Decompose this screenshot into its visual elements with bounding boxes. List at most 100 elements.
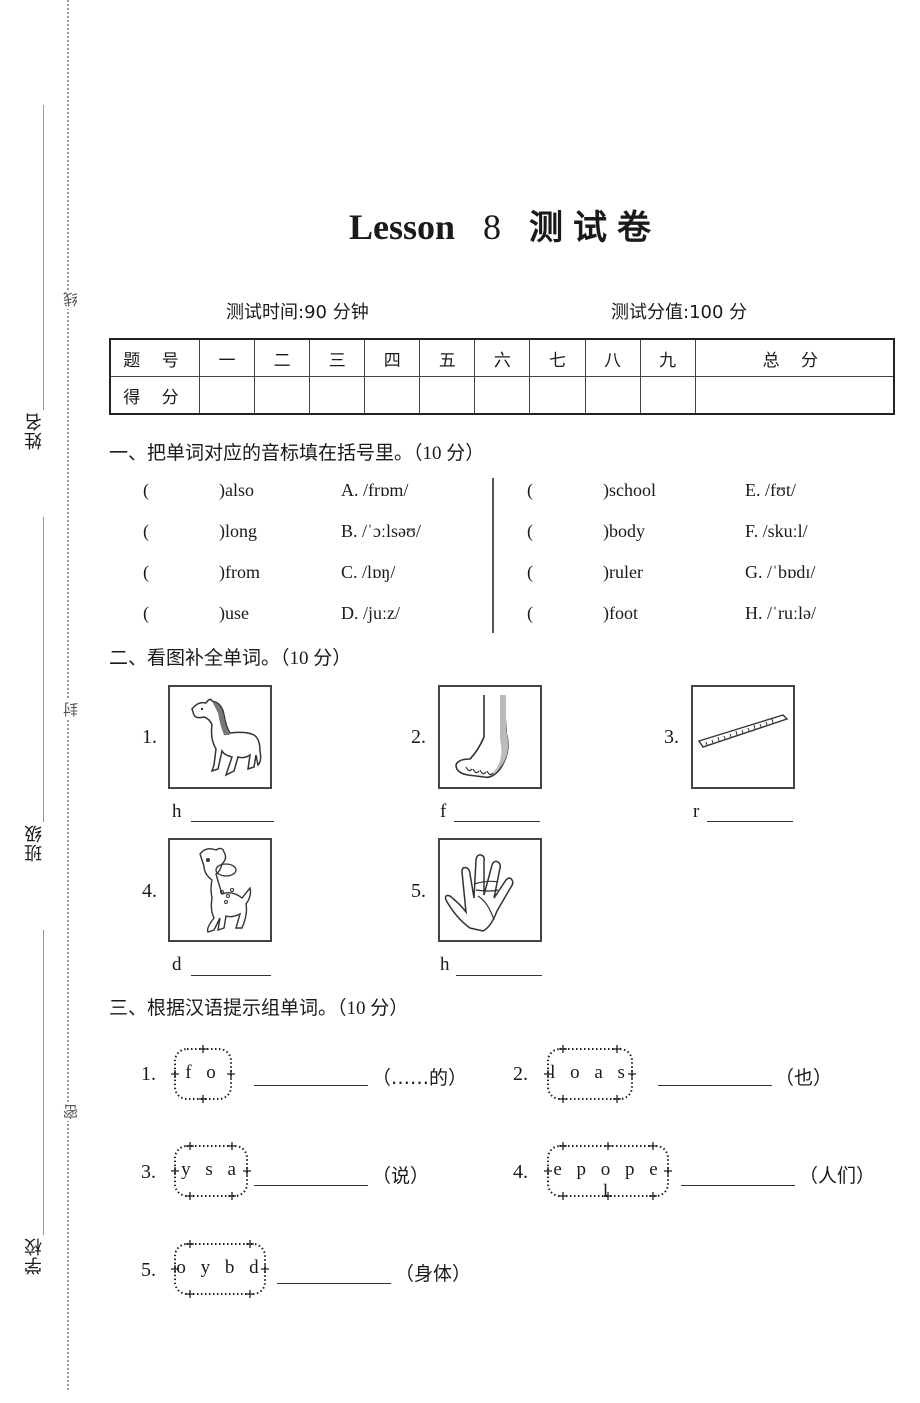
scrambled-letters-box: f o xyxy=(171,1045,235,1103)
chinese-hint: （……的） xyxy=(372,1067,468,1089)
answer-blank[interactable] xyxy=(254,1085,368,1086)
list-item: ()use xyxy=(143,603,249,623)
list-item: ()ruler xyxy=(527,562,643,582)
section1-title-text: 一、把单词对应的音标填在括号里。 xyxy=(109,442,414,464)
section2-title: 二、看图补全单词。（10 分） xyxy=(109,643,351,670)
item-number: 1. xyxy=(141,1063,156,1085)
list-item: ()body xyxy=(527,521,645,541)
title-chinese: 测试卷 xyxy=(529,208,662,248)
score-cell[interactable] xyxy=(419,376,476,415)
scrambled-letters-box: o y b d xyxy=(171,1240,269,1298)
column-header: 六 xyxy=(474,338,531,377)
first-letter: r xyxy=(693,801,700,822)
page-title: Lesson 8 测试卷 xyxy=(0,200,920,249)
score-cell[interactable] xyxy=(639,376,696,415)
first-letter: f xyxy=(440,801,447,822)
section2-points: （10 分） xyxy=(280,648,352,669)
scrambled-letters: l o a s xyxy=(550,1062,630,1083)
item-number: 4. xyxy=(142,880,157,902)
word: foot xyxy=(609,603,638,623)
answer-blank[interactable] xyxy=(456,975,542,976)
phonetic-option: A. /frɒm/ xyxy=(341,480,409,500)
score-cell[interactable] xyxy=(474,376,531,415)
seal-mark-line: 线 xyxy=(60,290,81,309)
item-number: 3. xyxy=(664,726,679,748)
name-fill-line[interactable] xyxy=(43,105,44,410)
ruler-icon xyxy=(697,714,789,748)
score-cell-total[interactable] xyxy=(694,376,895,415)
answer-blank[interactable] xyxy=(658,1085,772,1086)
answer-blank[interactable] xyxy=(191,821,274,822)
first-letter: h xyxy=(440,954,450,975)
list-item: ()long xyxy=(143,521,258,541)
answer-blank[interactable] xyxy=(191,975,271,976)
score-cell[interactable] xyxy=(254,376,311,415)
column-header: 二 xyxy=(254,338,311,377)
item-number: 3. xyxy=(141,1161,156,1183)
word: from xyxy=(225,562,260,582)
answer-blank[interactable] xyxy=(277,1283,391,1284)
column-header: 四 xyxy=(364,338,421,377)
chinese-hint: （说） xyxy=(372,1165,430,1187)
list-item: ()foot xyxy=(527,603,638,623)
scrambled-letters-box: l o a s xyxy=(544,1045,636,1103)
phonetic-option: H. /ˈruːlə/ xyxy=(745,603,816,623)
answer-blank[interactable] xyxy=(707,821,793,822)
column-header: 九 xyxy=(639,338,696,377)
phonetic-option: G. /ˈbɒdɪ/ xyxy=(745,562,816,582)
column-header: 一 xyxy=(198,338,256,377)
scrambled-letters-box: y s a xyxy=(171,1142,251,1200)
list-item: ()from xyxy=(143,562,260,582)
column-header: 三 xyxy=(309,338,366,377)
word: also xyxy=(225,480,254,500)
word: long xyxy=(225,521,258,541)
first-letter: d xyxy=(172,954,182,975)
chinese-hint: （也） xyxy=(775,1067,833,1089)
section2-title-text: 二、看图补全单词。 xyxy=(109,647,281,669)
list-item: ()also xyxy=(143,480,254,500)
scrambled-letters-box: e p o p e l xyxy=(544,1142,672,1202)
scrambled-letters: e p o p e l xyxy=(553,1159,663,1202)
column-header: 七 xyxy=(529,338,586,377)
seal-mark-seal: 封 xyxy=(60,700,81,719)
score-table-score-row: 得 分 xyxy=(109,376,895,415)
school-fill-line[interactable] xyxy=(43,930,44,1235)
horse-picture xyxy=(168,685,272,789)
column-divider xyxy=(492,478,494,633)
score-cell[interactable] xyxy=(584,376,641,415)
answer-blank[interactable] xyxy=(454,821,540,822)
section3-title-text: 三、根据汉语提示组单词。 xyxy=(109,997,338,1019)
section3-points: （10 分） xyxy=(337,998,409,1019)
title-english: Lesson xyxy=(348,207,456,247)
answer-blank[interactable] xyxy=(681,1185,795,1186)
question-number-label: 题 号 xyxy=(109,338,200,377)
test-score: 测试分值:100 分 xyxy=(611,302,748,323)
chinese-hint: （身体） xyxy=(395,1263,472,1285)
score-cell[interactable] xyxy=(198,376,256,415)
score-cell[interactable] xyxy=(529,376,586,415)
phonetic-option: C. /lɒŋ/ xyxy=(341,562,396,582)
score-cell[interactable] xyxy=(309,376,366,415)
scrambled-letters: f o xyxy=(185,1062,221,1083)
word: use xyxy=(225,603,249,623)
item-number: 4. xyxy=(513,1161,528,1183)
score-table: 题 号 一 二 三 四 五 六 七 八 九 总 分 得 分 xyxy=(109,338,895,415)
class-fill-line[interactable] xyxy=(43,517,44,822)
phonetic-option: D. /juːz/ xyxy=(341,603,400,623)
score-label: 得 分 xyxy=(109,376,200,415)
section1-title: 一、把单词对应的音标填在括号里。（10 分） xyxy=(109,438,484,465)
column-header-total: 总 分 xyxy=(694,338,895,377)
scrambled-letters: o y b d xyxy=(176,1257,264,1278)
class-label: 班级 xyxy=(24,824,45,862)
lesson-number: 8 xyxy=(483,207,502,247)
phonetic-option: E. /fʊt/ xyxy=(745,480,796,500)
item-number: 2. xyxy=(513,1063,528,1085)
answer-blank[interactable] xyxy=(254,1185,368,1186)
deer-picture xyxy=(168,838,272,942)
phonetic-option: B. /ˈɔːlsəʊ/ xyxy=(341,521,421,541)
item-number: 5. xyxy=(141,1259,156,1281)
list-item: ()school xyxy=(527,480,656,500)
hand-icon xyxy=(444,854,514,932)
school-label: 学校 xyxy=(24,1237,45,1275)
score-cell[interactable] xyxy=(364,376,421,415)
